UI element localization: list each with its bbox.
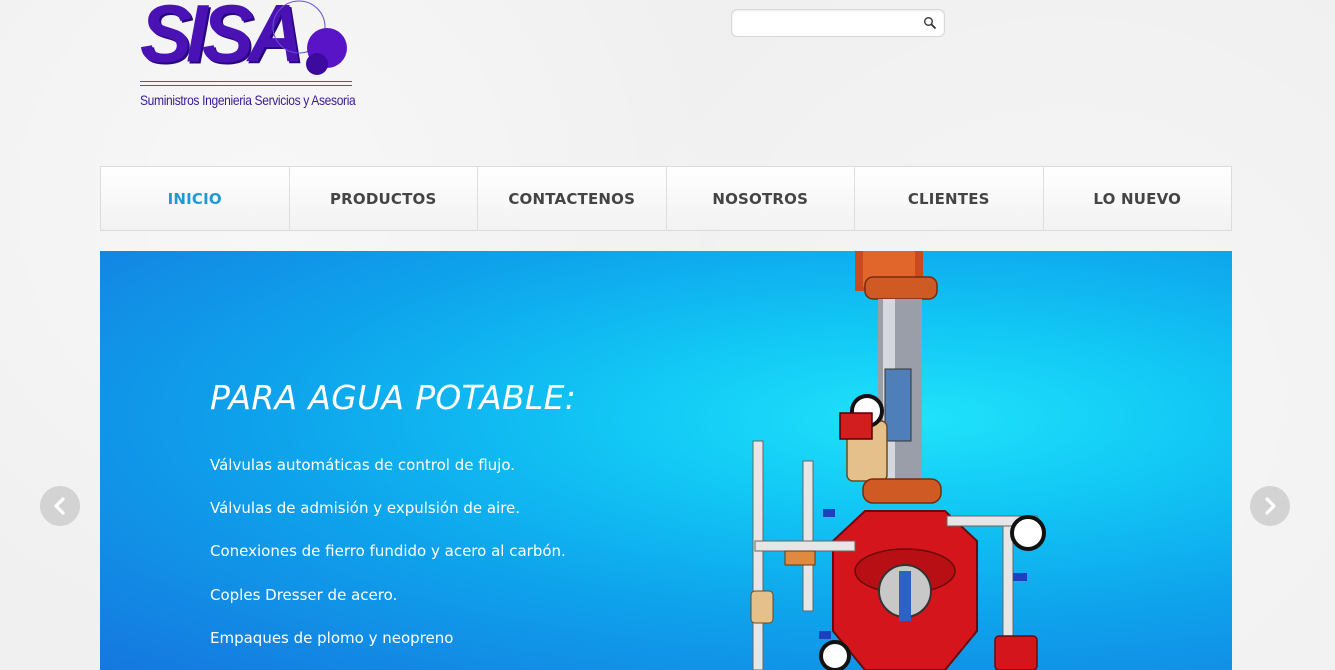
logo[interactable]: SISA Suministros Ingenieria Servicios y … [138,0,358,115]
main-nav: INICIO PRODUCTOS CONTACTENOS NOSOTROS CL… [100,166,1232,231]
nav-item-productos[interactable]: PRODUCTOS [290,167,478,230]
valve-assembly-image [750,251,1046,670]
slide-list-item: Conexiones de fierro fundido y acero al … [210,542,566,561]
nav-item-nosotros[interactable]: NOSOTROS [667,167,855,230]
chevron-left-icon [54,497,65,515]
search-icon[interactable] [923,16,937,30]
logo-circles [272,0,347,75]
slider-next-button[interactable] [1250,486,1290,526]
nav-item-contactenos[interactable]: CONTACTENOS [478,167,667,230]
nav-item-inicio[interactable]: INICIO [101,167,290,230]
logo-divider [140,81,352,86]
slide-list-item: Empaques de plomo y neopreno [210,628,454,647]
slider-prev-button[interactable] [40,486,80,526]
slide-list-item: Válvulas de admisión y expulsión de aire… [210,499,521,518]
slide-list: Válvulas automáticas de control de flujo… [210,456,566,670]
slide-list-item: Válvulas automáticas de control de flujo… [210,456,516,474]
slide-title: PARA AGUA POTABLE: [210,378,577,417]
nav-item-clientes[interactable]: CLIENTES [855,167,1044,230]
search-input[interactable] [740,14,919,34]
chevron-right-icon [1265,497,1276,515]
search-box [731,9,945,37]
slide-list-item: Coples Dresser de acero. [210,585,398,604]
nav-item-lo-nuevo[interactable]: LO NUEVO [1044,167,1232,230]
hero-slider: PARA AGUA POTABLE: Válvulas automáticas … [100,251,1232,670]
logo-subtitle: Suministros Ingenieria Servicios y Aseso… [140,92,356,108]
